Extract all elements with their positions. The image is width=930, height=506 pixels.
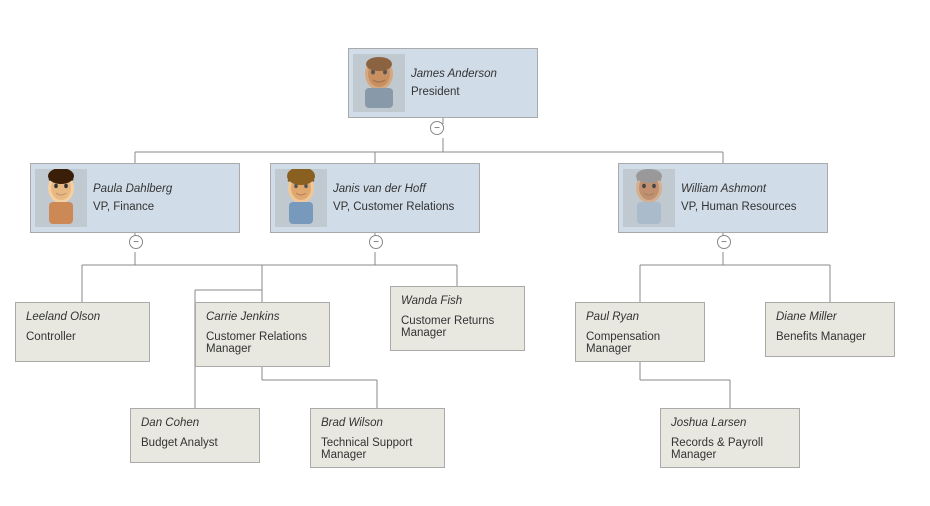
carrie-title: Customer Relations Manager (206, 331, 319, 355)
joshua-title: Records & Payroll Manager (671, 437, 789, 461)
leeland-name: Leeland Olson (26, 311, 139, 323)
collapse-james[interactable]: − (430, 121, 444, 135)
wanda-title: Customer Returns Manager (401, 315, 514, 339)
node-brad: Brad Wilson Technical Support Manager (310, 408, 445, 468)
janis-name: Janis van der Hoff (333, 183, 454, 195)
node-wanda: Wanda Fish Customer Returns Manager (390, 286, 525, 351)
james-name: James Anderson (411, 68, 497, 80)
william-text: William Ashmont VP, Human Resources (681, 183, 796, 213)
diane-name: Diane Miller (776, 311, 884, 323)
wanda-name: Wanda Fish (401, 295, 514, 307)
paula-text: Paula Dahlberg VP, Finance (93, 183, 172, 213)
diane-title: Benefits Manager (776, 331, 884, 343)
collapse-paula[interactable]: − (129, 235, 143, 249)
james-text: James Anderson President (411, 68, 497, 98)
node-dan: Dan Cohen Budget Analyst (130, 408, 260, 463)
photo-william (623, 169, 675, 227)
carrie-name: Carrie Jenkins (206, 311, 319, 323)
node-james: James Anderson President (348, 48, 538, 118)
avatar-paula (35, 169, 87, 227)
avatar-william (623, 169, 675, 227)
node-diane: Diane Miller Benefits Manager (765, 302, 895, 357)
collapse-william[interactable]: − (717, 235, 731, 249)
node-carrie: Carrie Jenkins Customer Relations Manage… (195, 302, 330, 367)
paula-title: VP, Finance (93, 201, 172, 213)
dan-title: Budget Analyst (141, 437, 249, 449)
node-paul: Paul Ryan Compensation Manager (575, 302, 705, 362)
brad-name: Brad Wilson (321, 417, 434, 429)
photo-james (353, 54, 405, 112)
william-title: VP, Human Resources (681, 201, 796, 213)
photo-paula (35, 169, 87, 227)
avatar-james (353, 54, 405, 112)
node-janis: Janis van der Hoff VP, Customer Relation… (270, 163, 480, 233)
avatar-janis (275, 169, 327, 227)
node-paula: Paula Dahlberg VP, Finance (30, 163, 240, 233)
paul-title: Compensation Manager (586, 331, 694, 355)
janis-title: VP, Customer Relations (333, 201, 454, 213)
joshua-name: Joshua Larsen (671, 417, 789, 429)
dan-name: Dan Cohen (141, 417, 249, 429)
william-name: William Ashmont (681, 183, 796, 195)
node-leeland: Leeland Olson Controller (15, 302, 150, 362)
node-joshua: Joshua Larsen Records & Payroll Manager (660, 408, 800, 468)
brad-title: Technical Support Manager (321, 437, 434, 461)
janis-text: Janis van der Hoff VP, Customer Relation… (333, 183, 454, 213)
leeland-title: Controller (26, 331, 139, 343)
collapse-janis[interactable]: − (369, 235, 383, 249)
paul-name: Paul Ryan (586, 311, 694, 323)
org-chart: James Anderson President − Paula Dahlber… (0, 0, 930, 506)
photo-janis (275, 169, 327, 227)
paula-name: Paula Dahlberg (93, 183, 172, 195)
james-title: President (411, 86, 497, 98)
node-william: William Ashmont VP, Human Resources (618, 163, 828, 233)
